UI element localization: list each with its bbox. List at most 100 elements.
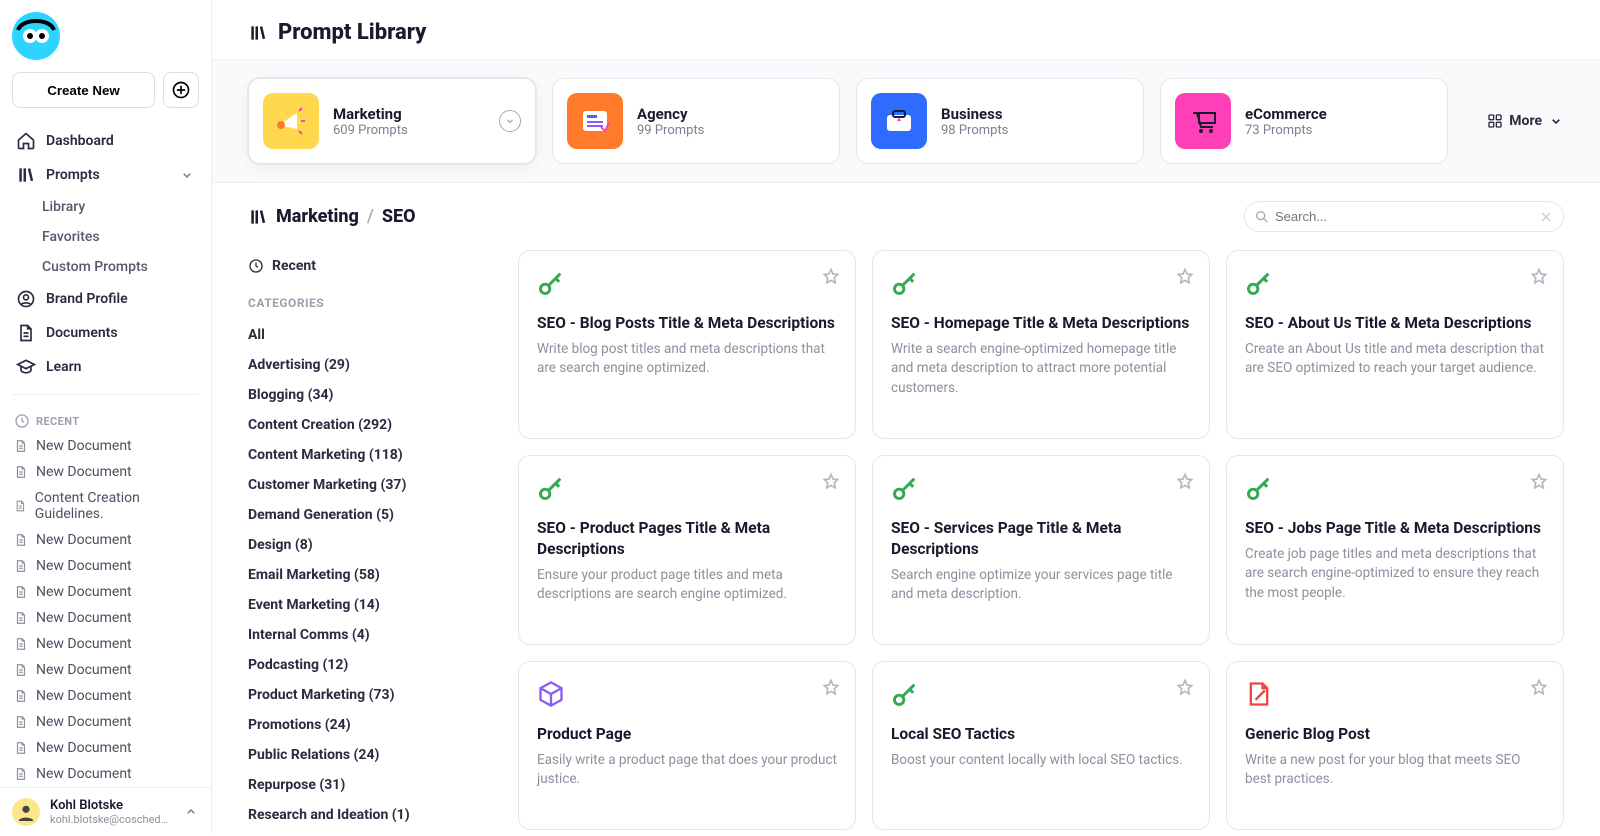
category-link[interactable]: Research and Ideation (1) (248, 800, 494, 830)
category-link[interactable]: Podcasting (12) (248, 650, 494, 680)
star-icon[interactable] (1175, 267, 1195, 287)
card-type-icon (1245, 680, 1273, 708)
category-link[interactable]: Blogging (34) (248, 380, 494, 410)
document-icon (14, 767, 28, 781)
category-link[interactable]: Content Creation (292) (248, 410, 494, 440)
top-category-card[interactable]: eCommerce 73 Prompts (1160, 78, 1448, 164)
breadcrumb-sep: / (367, 206, 374, 227)
recent-doc-item[interactable]: New Document (0, 579, 211, 605)
top-category-card[interactable]: Marketing 609 Prompts (248, 78, 536, 164)
document-icon (14, 715, 28, 729)
document-icon (14, 439, 28, 453)
category-link[interactable]: Repurpose (31) (248, 770, 494, 800)
category-link[interactable]: Internal Comms (4) (248, 620, 494, 650)
nav-learn[interactable]: Learn (6, 350, 205, 384)
brand-avatar (12, 12, 60, 60)
prompt-card[interactable]: SEO - Homepage Title & Meta Descriptions… (872, 250, 1210, 439)
chevron-down-icon (179, 167, 195, 183)
prompt-card[interactable]: Product Page Easily write a product page… (518, 661, 856, 830)
document-icon (14, 499, 27, 513)
breadcrumb-root[interactable]: Marketing (276, 206, 359, 227)
chevron-down-icon (499, 110, 521, 132)
nav-prompts[interactable]: Prompts (6, 158, 205, 192)
card-desc: Create job page titles and meta descript… (1245, 545, 1545, 604)
recent-doc-item[interactable]: Content Creation Guidelines. (0, 485, 211, 527)
recent-doc-item[interactable]: New Document (0, 761, 211, 787)
prompt-card[interactable]: SEO - Product Pages Title & Meta Descrip… (518, 455, 856, 645)
recent-doc-item[interactable]: New Document (0, 553, 211, 579)
chevron-up-icon (183, 804, 199, 820)
card-type-icon (891, 269, 919, 297)
nav-brand-profile[interactable]: Brand Profile (6, 282, 205, 316)
nav-favorites[interactable]: Favorites (6, 222, 205, 252)
star-icon[interactable] (1175, 678, 1195, 698)
card-title: SEO - Services Page Title & Meta Descrip… (891, 518, 1191, 560)
nav-learn-label: Learn (46, 359, 81, 375)
user-footer[interactable]: Kohl Blotske kohl.blotske@coschedul... (0, 787, 211, 836)
document-icon (14, 741, 28, 755)
top-category-card[interactable]: Business 98 Prompts (856, 78, 1144, 164)
category-link[interactable]: Email Marketing (58) (248, 560, 494, 590)
nav-library[interactable]: Library (6, 192, 205, 222)
category-link[interactable]: Content Marketing (118) (248, 440, 494, 470)
category-sidebar: Recent CATEGORIES AllAdvertising (29)Blo… (248, 250, 494, 830)
category-link[interactable]: Public Relations (24) (248, 740, 494, 770)
library-icon (248, 23, 268, 43)
card-desc: Boost your content locally with local SE… (891, 751, 1191, 771)
card-desc: Write a new post for your blog that meet… (1245, 751, 1545, 790)
star-icon[interactable] (1529, 678, 1549, 698)
recent-link[interactable]: Recent (248, 250, 494, 290)
top-category-card[interactable]: Agency 99 Prompts (552, 78, 840, 164)
document-icon (14, 663, 28, 677)
category-link[interactable]: Event Marketing (14) (248, 590, 494, 620)
recent-doc-item[interactable]: New Document (0, 709, 211, 735)
star-icon[interactable] (821, 267, 841, 287)
grid-icon (1487, 113, 1503, 129)
nav-custom-prompts[interactable]: Custom Prompts (6, 252, 205, 282)
card-desc: Write a search engine-optimized homepage… (891, 340, 1191, 399)
create-new-button[interactable]: Create New (12, 72, 155, 108)
prompt-card[interactable]: SEO - Blog Posts Title & Meta Descriptio… (518, 250, 856, 439)
star-icon[interactable] (1529, 472, 1549, 492)
prompt-card[interactable]: SEO - Services Page Title & Meta Descrip… (872, 455, 1210, 645)
card-desc: Write blog post titles and meta descript… (537, 340, 837, 379)
new-chat-button[interactable] (163, 72, 199, 108)
recent-doc-item[interactable]: New Document (0, 605, 211, 631)
recent-doc-item[interactable]: New Document (0, 631, 211, 657)
card-title: SEO - Product Pages Title & Meta Descrip… (537, 518, 837, 560)
star-icon[interactable] (1529, 267, 1549, 287)
recent-doc-item[interactable]: New Document (0, 433, 211, 459)
category-link[interactable]: Product Marketing (73) (248, 680, 494, 710)
recent-doc-item[interactable]: New Document (0, 657, 211, 683)
prompt-card[interactable]: SEO - Jobs Page Title & Meta Description… (1226, 455, 1564, 645)
recent-doc-item[interactable]: New Document (0, 683, 211, 709)
main-content: Prompt Library Marketing 609 Prompts Age… (212, 0, 1600, 833)
star-icon[interactable] (1175, 472, 1195, 492)
star-icon[interactable] (821, 678, 841, 698)
prompt-card[interactable]: Local SEO Tactics Boost your content loc… (872, 661, 1210, 830)
recent-doc-item[interactable]: New Document (0, 527, 211, 553)
star-icon[interactable] (821, 472, 841, 492)
card-type-icon (1245, 474, 1273, 502)
search-input[interactable] (1244, 201, 1564, 232)
category-link[interactable]: Advertising (29) (248, 350, 494, 380)
search-icon (1254, 209, 1270, 225)
prompt-card[interactable]: SEO - About Us Title & Meta Descriptions… (1226, 250, 1564, 439)
category-link[interactable]: Customer Marketing (37) (248, 470, 494, 500)
prompt-card[interactable]: Generic Blog Post Write a new post for y… (1226, 661, 1564, 830)
category-link[interactable]: Demand Generation (5) (248, 500, 494, 530)
avatar (12, 798, 40, 826)
top-category-row: Marketing 609 Prompts Agency 99 Prompts … (212, 60, 1600, 183)
category-link[interactable]: All (248, 320, 494, 350)
recent-list: New DocumentNew DocumentContent Creation… (0, 433, 211, 787)
category-link[interactable]: Promotions (24) (248, 710, 494, 740)
category-link[interactable]: Design (8) (248, 530, 494, 560)
more-button[interactable]: More (1487, 113, 1564, 129)
recent-doc-item[interactable]: New Document (0, 459, 211, 485)
user-email: kohl.blotske@coschedul... (50, 813, 173, 826)
nav-documents[interactable]: Documents (6, 316, 205, 350)
clear-icon[interactable] (1538, 209, 1554, 225)
card-desc: Create an About Us title and meta descri… (1245, 340, 1545, 379)
recent-doc-item[interactable]: New Document (0, 735, 211, 761)
nav-dashboard[interactable]: Dashboard (6, 124, 205, 158)
